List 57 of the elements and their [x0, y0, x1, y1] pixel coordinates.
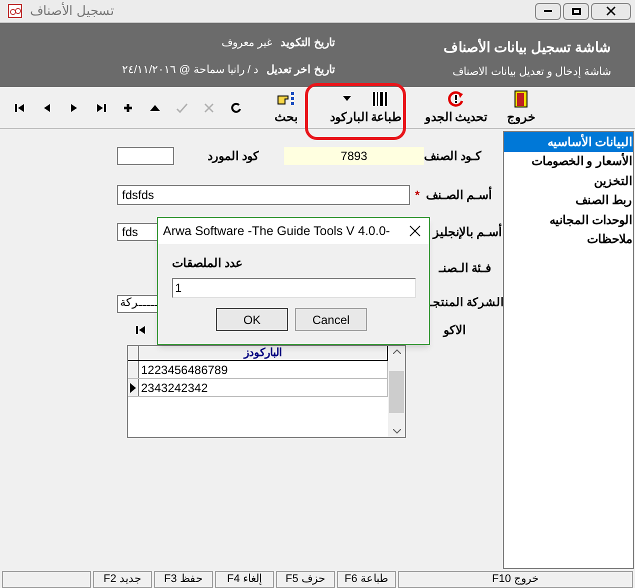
- label-count-field[interactable]: 1: [172, 278, 416, 298]
- status-panel: خروج F10: [398, 571, 633, 588]
- cancel-button[interactable]: Cancel: [295, 308, 367, 331]
- row-selector[interactable]: [128, 379, 139, 396]
- search-button[interactable]: بحث: [261, 90, 311, 126]
- sidebar-item[interactable]: ملاحظات: [504, 230, 633, 249]
- sidebar-item[interactable]: الأسعار و الخصومات: [504, 152, 633, 171]
- app-icon: [8, 4, 22, 18]
- sidebar-item[interactable]: الوحدات المجانيه: [504, 210, 633, 230]
- screen-title: شاشة تسجيل بيانات الأصناف: [443, 38, 611, 57]
- close-icon: [606, 6, 616, 16]
- category-label: فـئة الـصنـ: [439, 260, 492, 277]
- barcodes-label: الاكو: [443, 322, 466, 339]
- print-barcode-button[interactable]: طباعة الباركود: [316, 90, 416, 126]
- last-edit-value: د / رانيا سماحة @ ٢٤/١١/٢٠١٦: [122, 62, 259, 78]
- sidebar-item[interactable]: ربط الصنف: [504, 190, 633, 210]
- scroll-up-icon[interactable]: [392, 349, 400, 354]
- label-count-label: عدد الملصقات: [172, 255, 242, 272]
- required-mark: *: [415, 187, 420, 204]
- company-label: الشركة المنتجـ: [429, 296, 504, 312]
- refresh-icon: [447, 90, 465, 108]
- maximize-button[interactable]: [563, 2, 589, 20]
- sidebar-item[interactable]: التخزين: [504, 171, 633, 190]
- pointing-hand-icon: [276, 90, 296, 108]
- minimize-button[interactable]: [535, 2, 561, 20]
- refresh-button[interactable]: تحديث الجدو: [421, 90, 491, 126]
- status-panel: طباعة F6: [337, 571, 396, 588]
- caret-icon: [343, 96, 351, 101]
- status-panel: حزف F5: [276, 571, 335, 588]
- sidebar-item[interactable]: البيانات الأساسيه: [504, 132, 633, 152]
- supplier-code-label: كود المورد: [206, 148, 259, 165]
- ok-button[interactable]: OK: [216, 308, 288, 331]
- item-name-field[interactable]: fdsfds: [117, 185, 410, 205]
- status-panel: حفظ F3: [154, 571, 213, 588]
- coding-date-label: تاريخ التكويد: [280, 36, 335, 51]
- item-code-label: كـود الصنف: [424, 148, 482, 165]
- scroll-down-icon[interactable]: [392, 429, 400, 434]
- close-icon[interactable]: [409, 225, 421, 237]
- last-edit-label: تاريخ اخر تعديل: [266, 62, 335, 78]
- close-button[interactable]: [591, 2, 631, 20]
- item-code-field[interactable]: 7893: [284, 147, 424, 165]
- exit-button[interactable]: خروج: [496, 90, 546, 126]
- barcode-icon: [371, 90, 389, 108]
- row-pointer-icon: [130, 382, 136, 392]
- item-name-label: أسـم الصـنف: [426, 186, 492, 204]
- english-name-label: أسـم بالإنجليز: [433, 223, 502, 241]
- scrollbar[interactable]: [388, 346, 405, 437]
- door-icon: [514, 90, 528, 108]
- window-title: تسجيل الأصناف: [30, 1, 115, 20]
- barcode-column-header: الباركودز: [139, 346, 388, 360]
- status-panel: جديد F2: [93, 571, 152, 588]
- screen-subtitle: شاشة إدخال و تعديل بيانات الاصناف: [452, 65, 611, 80]
- supplier-code-field[interactable]: [117, 147, 174, 165]
- status-panel: إلغاء F4: [215, 571, 274, 588]
- dialog-title: Arwa Software -The Guide Tools V 4.0.0-: [163, 222, 390, 240]
- coding-date-value: غير معروف: [222, 36, 273, 51]
- first-record-icon[interactable]: [135, 325, 147, 335]
